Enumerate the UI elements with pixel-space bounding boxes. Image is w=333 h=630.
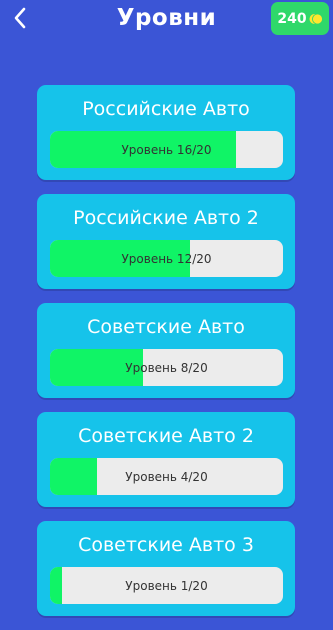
top-bar: Уровни 240	[0, 0, 333, 40]
level-card-russian-auto[interactable]: Российские Авто Уровень 16/20	[37, 85, 295, 180]
level-card-soviet-auto-2[interactable]: Советские Авто 2 Уровень 4/20	[37, 412, 295, 507]
level-card-soviet-auto[interactable]: Советские Авто Уровень 8/20	[37, 303, 295, 398]
level-progress-bar: Уровень 12/20	[50, 240, 283, 277]
level-progress-label: Уровень 1/20	[125, 578, 208, 593]
coins-count: 240	[277, 10, 307, 27]
level-title: Российские Авто 2	[73, 207, 259, 229]
level-title: Советские Авто 2	[78, 425, 254, 447]
level-progress-bar: Уровень 1/20	[50, 567, 283, 604]
level-title: Советские Авто 3	[78, 534, 254, 556]
level-progress-label: Уровень 8/20	[125, 360, 208, 375]
level-progress-bar: Уровень 16/20	[50, 131, 283, 168]
level-title: Советские Авто	[87, 316, 245, 338]
level-card-russian-auto-2[interactable]: Российские Авто 2 Уровень 12/20	[37, 194, 295, 289]
level-progress-label: Уровень 12/20	[121, 251, 212, 266]
level-card-soviet-auto-3[interactable]: Советские Авто 3 Уровень 1/20	[37, 521, 295, 616]
level-title: Российские Авто	[82, 98, 250, 120]
level-progress-label: Уровень 16/20	[121, 142, 212, 157]
levels-list: Российские Авто Уровень 16/20 Российские…	[37, 85, 295, 630]
level-progress-bar: Уровень 4/20	[50, 458, 283, 495]
level-progress-label: Уровень 4/20	[125, 469, 208, 484]
level-progress-bar: Уровень 8/20	[50, 349, 283, 386]
coin-icon	[309, 12, 323, 26]
coins-badge[interactable]: 240	[271, 2, 329, 35]
